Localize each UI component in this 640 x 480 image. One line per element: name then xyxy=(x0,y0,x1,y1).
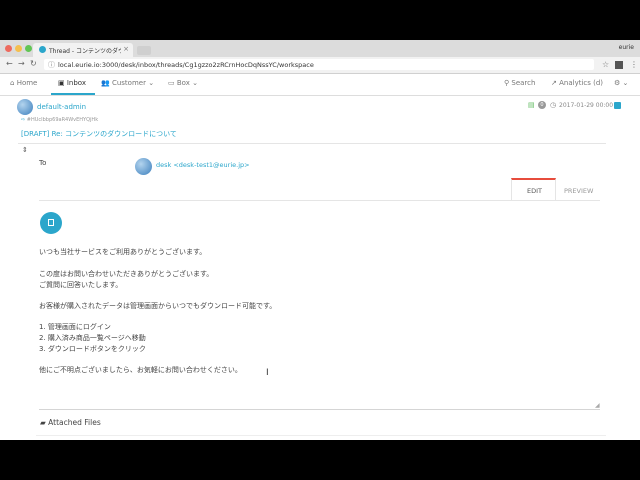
settings-menu[interactable]: ⚙ ⌄ xyxy=(614,79,628,87)
sender-avatar xyxy=(17,99,33,115)
body-line-1: いつも当社サービスをご利用ありがとうございます。 xyxy=(39,248,207,256)
tab-edit-label: EDIT xyxy=(527,187,542,195)
nav-home-label: Home xyxy=(16,79,38,87)
tab-preview[interactable]: PREVIEW xyxy=(564,187,593,195)
nav-box[interactable]: ▭ Box ⌄ xyxy=(168,79,198,87)
template-button[interactable] xyxy=(40,212,62,234)
nav-analytics[interactable]: ↗ Analytics (d) xyxy=(551,79,603,87)
to-label: To xyxy=(39,159,47,167)
sort-toggle-icon[interactable]: ⇕ xyxy=(22,146,28,154)
tab-strip: Thread - コンテンツのダウンロ × eurie xyxy=(0,40,640,57)
body-line-7: 3. ダウンロードボタンをクリック xyxy=(39,345,146,353)
analytics-icon: ↗ xyxy=(551,79,557,87)
home-icon: ⌂ xyxy=(10,79,15,87)
nav-search[interactable]: ⚲ Search xyxy=(504,79,535,87)
minimize-window-button[interactable] xyxy=(15,45,22,52)
extension-icon[interactable] xyxy=(615,61,623,69)
tab-edit[interactable]: EDIT xyxy=(511,178,556,200)
tab-title: Thread - コンテンツのダウンロ xyxy=(49,48,121,55)
header-divider xyxy=(18,143,606,144)
address-bar-row: ← → ↻ ⓘ local.eurie.io:3000/desk/inbox/t… xyxy=(0,57,640,74)
active-nav-indicator xyxy=(51,93,95,95)
comment-icon[interactable]: ▤ xyxy=(528,101,535,109)
browser-window: Thread - コンテンツのダウンロ × eurie ← → ↻ ⓘ loca… xyxy=(0,40,640,440)
url-text: local.eurie.io:3000/desk/inbox/threads/C… xyxy=(58,61,314,69)
app-navbar: ⌂ Home ▣ Inbox 👥 Customer ⌄ ▭ Box ⌄ ⚲ Se… xyxy=(0,74,640,96)
new-tab-button[interactable] xyxy=(137,46,151,55)
bookmark-star-icon[interactable]: ☆ xyxy=(602,60,609,69)
folder-icon: ▰ xyxy=(40,418,46,427)
box-icon: ▭ xyxy=(168,79,175,87)
inbox-icon: ▣ xyxy=(58,79,65,87)
favicon-icon xyxy=(39,46,46,53)
nav-inbox[interactable]: ▣ Inbox xyxy=(58,79,86,87)
chevron-down-icon: ⌄ xyxy=(192,79,198,87)
sender-name[interactable]: default-admin xyxy=(37,103,86,111)
attachments-divider xyxy=(36,435,606,436)
nav-customer[interactable]: 👥 Customer ⌄ xyxy=(101,79,154,87)
body-line-2: この度はお問い合わせいただきありがとうございます。 xyxy=(39,270,214,278)
search-icon: ⚲ xyxy=(504,79,510,87)
reload-icon[interactable]: ↻ xyxy=(30,59,37,68)
thread-id-text: #HUcIbbp69aR4WvEHYQjHk xyxy=(26,117,99,123)
chevron-down-icon: ⌄ xyxy=(148,79,155,87)
browser-menu-icon[interactable]: ⋮ xyxy=(630,60,638,69)
body-line-6: 2. 購入済み商品一覧ページへ移動 xyxy=(39,334,146,342)
body-line-3: ご質問に回答いたします。 xyxy=(39,281,123,289)
message-subject: [DRAFT] Re: コンテンツのダウンロードについて xyxy=(21,130,177,138)
nav-home[interactable]: ⌂ Home xyxy=(10,79,37,87)
recipient-address[interactable]: desk <desk-test1@eurie.jp> xyxy=(156,161,250,169)
edit-icon[interactable] xyxy=(614,102,621,109)
editor-bottom-border xyxy=(39,409,600,410)
link-icon: ⇨ xyxy=(21,117,26,123)
nav-analytics-label: Analytics (d) xyxy=(559,79,604,87)
url-field[interactable]: ⓘ local.eurie.io:3000/desk/inbox/threads… xyxy=(44,59,594,70)
text-cursor-icon: I xyxy=(266,368,269,378)
maximize-window-button[interactable] xyxy=(25,45,32,52)
attached-files-label: Attached Files xyxy=(48,418,101,427)
recipient-avatar xyxy=(135,158,152,175)
attached-files-header: ▰ Attached Files xyxy=(40,418,101,427)
editor-tabs-divider xyxy=(39,200,600,201)
close-window-button[interactable] xyxy=(5,45,12,52)
chevron-down-icon: ⌄ xyxy=(622,79,629,87)
clock-icon: ◷ xyxy=(550,101,557,109)
body-line-4: お客様が購入されたデータは管理画面からいつでもダウンロード可能です。 xyxy=(39,302,277,310)
nav-customer-label: Customer xyxy=(111,79,146,87)
template-icon xyxy=(48,219,54,226)
profile-name[interactable]: eurie xyxy=(619,44,634,51)
back-icon[interactable]: ← xyxy=(6,59,13,68)
message-timestamp: 2017-01-29 00:00 xyxy=(559,102,614,109)
forward-icon[interactable]: → xyxy=(18,59,25,68)
resize-handle-icon[interactable]: ◢ xyxy=(595,402,600,409)
gear-icon: ⚙ xyxy=(614,79,621,87)
users-icon: 👥 xyxy=(101,79,110,87)
tab-close-icon[interactable]: × xyxy=(123,45,129,53)
comment-count: 0 xyxy=(538,101,546,109)
thread-id: ⇨ #HUcIbbp69aR4WvEHYQjHk xyxy=(21,117,98,123)
body-line-8: 他にご不明点ございましたら、お気軽にお問い合わせください。 xyxy=(39,366,242,374)
nav-search-label: Search xyxy=(511,79,536,87)
nav-box-label: Box xyxy=(176,79,190,87)
browser-tab[interactable]: Thread - コンテンツのダウンロ × xyxy=(33,43,133,57)
body-line-5: 1. 管理画面にログイン xyxy=(39,323,111,331)
nav-inbox-label: Inbox xyxy=(66,79,87,87)
page-info-icon: ⓘ xyxy=(48,61,55,69)
